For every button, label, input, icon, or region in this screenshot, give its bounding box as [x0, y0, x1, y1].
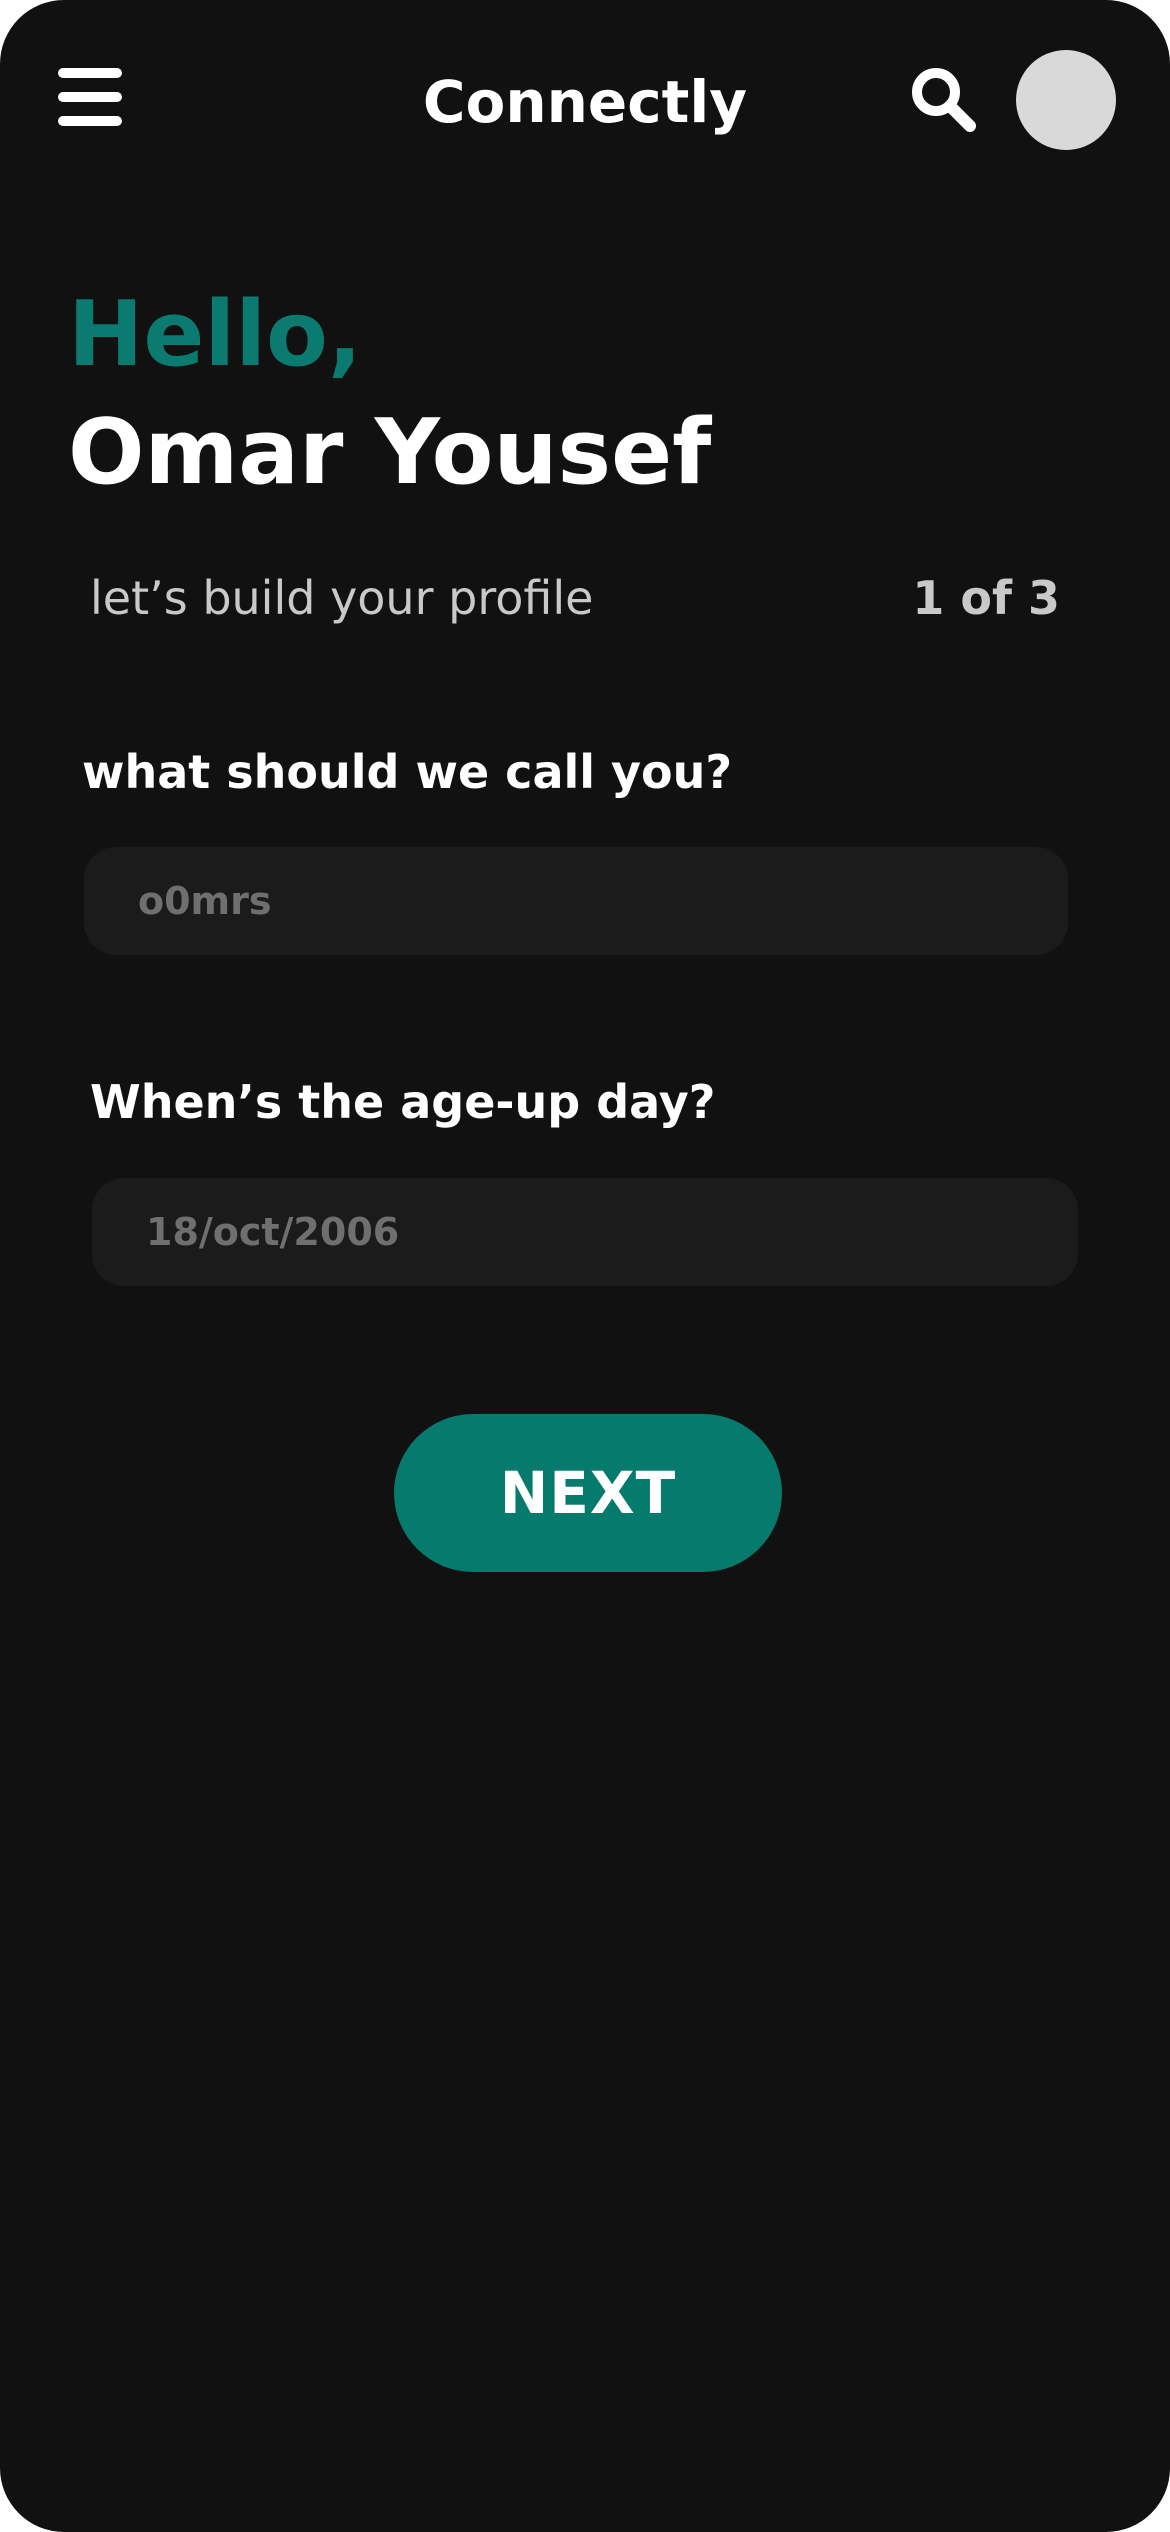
birthday-label: When’s the age-up day? [90, 1075, 716, 1129]
search-icon [912, 68, 976, 132]
nickname-input[interactable] [84, 847, 1068, 955]
nickname-label: what should we call you? [82, 745, 733, 799]
app-screen: Connectly Hello, Omar Yousef let’s build… [0, 0, 1170, 2532]
avatar[interactable] [1016, 50, 1116, 150]
app-title: Connectly [422, 68, 748, 136]
step-counter: 1 of 3 [912, 571, 1060, 625]
greeting-hello: Hello, [68, 282, 363, 387]
profile-subtitle: let’s build your profile [90, 571, 594, 625]
next-button[interactable]: NEXT [394, 1414, 782, 1572]
user-name: Omar Yousef [68, 400, 712, 505]
search-button[interactable] [908, 64, 980, 136]
birthday-input[interactable] [92, 1178, 1078, 1286]
